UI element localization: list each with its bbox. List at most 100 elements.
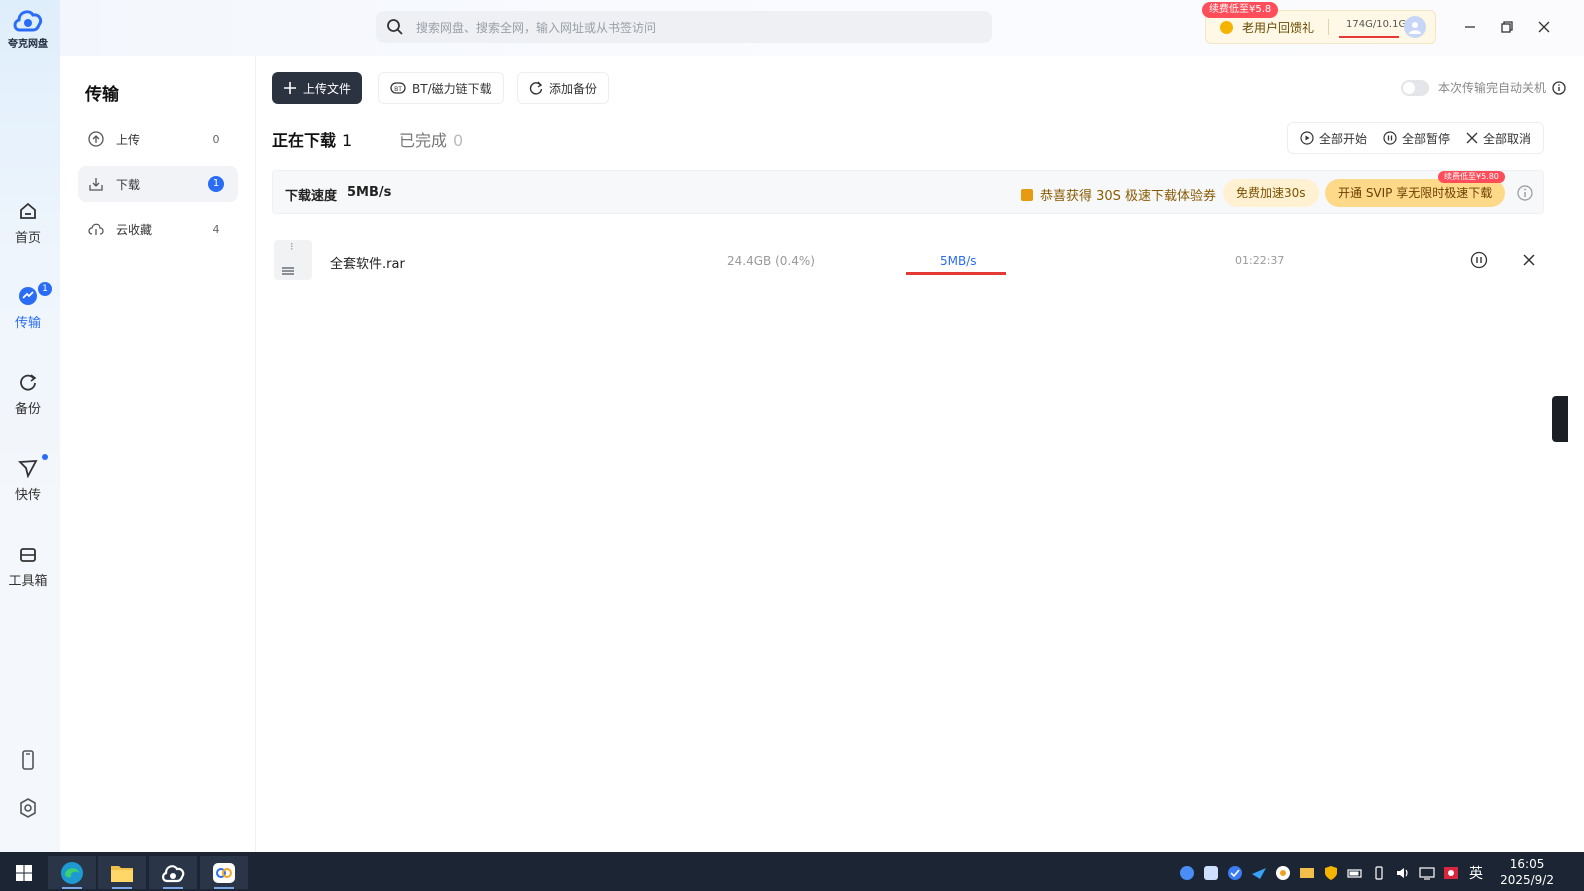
backup-icon <box>20 374 37 391</box>
search-box[interactable]: 搜索网盘、搜索全网，输入网址或从书签访问 <box>376 11 992 43</box>
app-name: 夸克网盘 <box>8 39 48 50</box>
promo-divider <box>1328 19 1329 35</box>
cloud-logo-icon <box>13 10 43 32</box>
side-item-cloud-collect[interactable]: 云收藏 4 <box>78 211 238 247</box>
transfer-badge: 1 <box>38 282 52 296</box>
side-drawer-handle[interactable] <box>1552 396 1568 442</box>
info-icon[interactable] <box>1517 185 1533 201</box>
taskbar-file-explorer[interactable] <box>98 856 146 889</box>
settings-button[interactable] <box>17 798 39 818</box>
sync-icon <box>529 81 543 95</box>
pause-all-label: 全部暂停 <box>1401 131 1450 146</box>
close-icon <box>1538 21 1550 33</box>
phone-button[interactable] <box>17 750 39 770</box>
folder-icon <box>111 865 133 882</box>
close-icon[interactable] <box>1520 251 1538 269</box>
info-icon[interactable] <box>1552 80 1566 95</box>
home-icon <box>20 202 36 219</box>
tab-completed-label: 已完成 <box>399 131 448 150</box>
free-boost-button[interactable]: 免费加速30s <box>1223 179 1319 207</box>
bt-magnet-label: BT/磁力链下载 <box>412 81 492 96</box>
restore-button[interactable] <box>1498 18 1516 36</box>
tray-shield-icon[interactable] <box>1323 865 1339 881</box>
input-method-indicator[interactable]: 英 <box>1469 863 1483 883</box>
speed-coupon: 恭喜获得 30S 极速下载体验券 <box>1021 185 1216 204</box>
add-backup-button[interactable]: 添加备份 <box>517 72 610 104</box>
bt-magnet-button[interactable]: BT BT/磁力链下载 <box>378 72 504 104</box>
close-icon <box>1466 132 1478 144</box>
side-item-download[interactable]: 下载 1 <box>78 166 238 202</box>
rail-item-backup[interactable]: 备份 <box>0 372 56 417</box>
windows-icon <box>16 864 32 881</box>
bt-icon: BT <box>390 82 406 94</box>
clock-time: 16:05 <box>1509 857 1545 871</box>
tray-usb-icon[interactable] <box>1371 865 1387 881</box>
cloud-logo-icon <box>162 864 185 882</box>
minimize-button[interactable] <box>1461 18 1479 36</box>
close-window-button[interactable] <box>1535 18 1553 36</box>
storage-bar-fill <box>1339 36 1399 38</box>
rail-label-toolbox: 工具箱 <box>8 574 48 589</box>
tray-app-icon[interactable] <box>1275 865 1291 881</box>
app-logo[interactable]: 夸克网盘 <box>0 6 56 50</box>
rail-item-toolbox[interactable]: 工具箱 <box>0 544 56 589</box>
plus-icon <box>284 82 296 94</box>
rail-label-home: 首页 <box>14 231 41 246</box>
cancel-all-label: 全部取消 <box>1482 131 1531 146</box>
avatar[interactable] <box>1404 16 1426 38</box>
tray-netdisk-icon[interactable] <box>1203 865 1219 881</box>
tab-completed[interactable]: 已完成 0 <box>399 127 463 151</box>
file-size: 24.4GB (0.4%) <box>727 254 815 268</box>
edge-browser-icon <box>61 861 83 884</box>
download-progress <box>906 272 1006 275</box>
tray-battery-icon[interactable] <box>1347 865 1363 881</box>
tab-downloading-label: 正在下载 <box>272 131 337 150</box>
side-item-upload[interactable]: 上传 0 <box>78 121 238 157</box>
download-row[interactable]: 全套软件.rar 24.4GB (0.4%) 5MB/s 01:22:37 <box>272 236 1544 284</box>
cloud-collect-icon <box>88 223 104 235</box>
upload-file-button[interactable]: 上传文件 <box>272 72 363 104</box>
left-rail: 夸克网盘 首页 1 传输 备份 快传 工具箱 <box>0 0 60 852</box>
side-item-download-count: 1 <box>208 176 224 192</box>
side-item-download-label: 下载 <box>116 177 141 192</box>
archive-file-icon <box>274 240 312 280</box>
start-button[interactable] <box>0 856 48 889</box>
restore-icon <box>1501 21 1513 33</box>
pause-all-button[interactable]: 全部暂停 <box>1375 130 1458 147</box>
clock[interactable]: 16:05 2025/9/2 <box>1500 856 1554 888</box>
tab-downloading[interactable]: 正在下载 1 <box>272 127 352 151</box>
tray-quark-icon[interactable] <box>1179 865 1195 881</box>
tray-check-icon[interactable] <box>1227 865 1243 881</box>
svip-price-tag: 续费低至¥5.80 <box>1438 171 1505 183</box>
speed-banner: 下载速度 5MB/s 恭喜获得 30S 极速下载体验券 免费加速30s 开通 S… <box>272 170 1544 214</box>
rail-label-backup: 备份 <box>14 402 41 417</box>
auto-shutdown-toggle[interactable] <box>1400 79 1429 96</box>
tray-volume-icon[interactable] <box>1395 865 1411 881</box>
tray-feishu-icon[interactable] <box>1251 865 1267 881</box>
bulk-actions: 全部开始 全部暂停 全部取消 <box>1286 122 1544 154</box>
tray-flag-icon[interactable] <box>1443 865 1459 881</box>
quick-send-dot <box>42 454 48 460</box>
taskbar-baidu-netdisk[interactable] <box>200 856 248 889</box>
start-all-button[interactable]: 全部开始 <box>1292 130 1375 147</box>
clock-date: 2025/9/2 <box>1500 873 1554 887</box>
taskbar-edge[interactable] <box>48 856 96 889</box>
tray-folder-icon[interactable] <box>1299 865 1315 881</box>
rail-item-home[interactable]: 首页 <box>0 201 56 246</box>
cancel-all-button[interactable]: 全部取消 <box>1458 130 1539 147</box>
top-bar: 搜索网盘、搜索全网，输入网址或从书签访问 续费低至¥5.8 老用户回馈礼 174… <box>60 0 1584 56</box>
taskbar: 英 16:05 2025/9/2 <box>0 852 1584 891</box>
svip-upgrade-button[interactable]: 开通 SVIP 享无限时极速下载 <box>1325 179 1506 207</box>
tray-network-icon[interactable] <box>1419 865 1435 881</box>
rail-item-transfer[interactable]: 1 传输 <box>0 282 56 331</box>
side-item-upload-label: 上传 <box>116 132 141 147</box>
rail-item-quick-send[interactable]: 快传 <box>0 454 56 503</box>
main-content: 上传文件 BT BT/磁力链下载 添加备份 本次传输完自动关机 正在下载 1 已完… <box>256 56 1584 852</box>
file-speed: 5MB/s <box>940 254 977 268</box>
pause-icon[interactable] <box>1470 251 1488 269</box>
promo-card[interactable]: 续费低至¥5.8 老用户回馈礼 174G/10.1G <box>1202 2 1436 44</box>
taskbar-quark-drive[interactable] <box>149 856 197 889</box>
search-placeholder: 搜索网盘、搜索全网，输入网址或从书签访问 <box>416 20 657 35</box>
promo-text: 老用户回馈礼 <box>1242 21 1315 35</box>
tab-completed-count: 0 <box>453 131 464 150</box>
